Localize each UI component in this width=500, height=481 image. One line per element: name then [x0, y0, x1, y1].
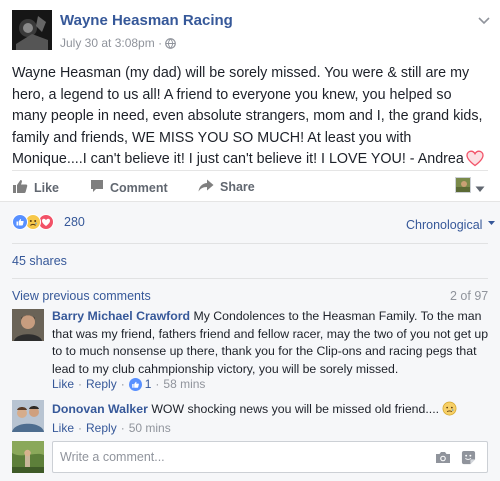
comment-body: Barry Michael Crawford My Condolences to…	[52, 308, 492, 378]
comment-reply-link[interactable]: Reply	[86, 377, 117, 391]
comment-like-count-value: 1	[144, 377, 152, 391]
comment-like-count[interactable]: 1	[128, 377, 152, 391]
page-name-link[interactable]: Wayne Heasman Racing	[60, 12, 233, 29]
comment-actions: Like · Reply · 50 mins	[52, 421, 171, 435]
meta-separator: ·	[158, 36, 163, 50]
share-arrow-icon	[198, 179, 220, 195]
audience-avatar[interactable]	[455, 177, 471, 193]
comment-label: Comment	[110, 180, 168, 195]
comment-order-label: Chronological	[406, 218, 483, 232]
current-user-avatar[interactable]	[12, 441, 44, 473]
comment-order-dropdown[interactable]: Chronological	[406, 215, 495, 232]
share-label: Share	[220, 180, 255, 194]
comment-avatar[interactable]	[12, 309, 44, 341]
reaction-icons[interactable]	[12, 214, 54, 230]
facebook-post: Wayne Heasman Racing July 30 at 3:08pm ·…	[0, 0, 500, 481]
actions-divider	[12, 170, 488, 171]
comment-time[interactable]: 50 mins	[129, 421, 171, 435]
post-date[interactable]: July 30 at 3:08pm	[60, 36, 155, 50]
share-button[interactable]: Share	[198, 179, 255, 195]
comment-actions: Like · Reply · 1 · 58 mins	[52, 377, 205, 391]
comment-reply-link[interactable]: Reply	[86, 421, 117, 435]
thumbs-up-icon	[12, 179, 34, 197]
globe-icon	[165, 38, 177, 52]
chevron-down-icon	[487, 215, 495, 229]
comment-author-link[interactable]: Barry Michael Crawford	[52, 309, 190, 323]
divider	[12, 243, 488, 244]
comment-input[interactable]: Write a comment...	[52, 441, 488, 473]
separator-dot: ·	[78, 421, 83, 435]
comment-text: WOW shocking news you will be missed old…	[151, 402, 440, 416]
comment-button[interactable]: Comment	[90, 179, 168, 196]
separator-dot: ·	[155, 377, 160, 391]
like-button[interactable]: Like	[12, 179, 59, 197]
like-reaction-icon	[128, 377, 142, 391]
comment-author-link[interactable]: Donovan Walker	[52, 402, 148, 416]
reaction-count[interactable]: 280	[64, 215, 85, 229]
separator-dot: ·	[78, 377, 83, 391]
like-reaction-icon	[12, 214, 28, 230]
divider	[12, 278, 488, 279]
sticker-icon[interactable]	[461, 450, 476, 470]
separator-dot: ·	[120, 377, 125, 391]
post-meta: July 30 at 3:08pm ·	[60, 36, 177, 52]
comment-like-link[interactable]: Like	[52, 377, 74, 391]
shares-link[interactable]: 45 shares	[12, 254, 67, 268]
comment-avatar[interactable]	[12, 400, 44, 432]
comment-like-link[interactable]: Like	[52, 421, 74, 435]
post-body-text: Wayne Heasman (my dad) will be sorely mi…	[12, 65, 483, 167]
chevron-down-icon[interactable]	[475, 180, 485, 198]
comments-pagination: 2 of 97	[450, 289, 489, 303]
page-avatar[interactable]	[12, 10, 52, 50]
comment-icon	[90, 179, 110, 196]
post-body: Wayne Heasman (my dad) will be sorely mi…	[12, 63, 490, 175]
separator-dot: ·	[120, 421, 125, 435]
comment-input-placeholder: Write a comment...	[60, 450, 165, 464]
like-label: Like	[34, 181, 60, 195]
view-previous-comments-link[interactable]: View previous comments	[12, 289, 151, 303]
camera-icon[interactable]	[435, 451, 451, 469]
comment-body: Donovan Walker WOW shocking news you wil…	[52, 401, 492, 422]
chevron-down-icon[interactable]	[478, 12, 490, 30]
sad-emoji-icon	[442, 401, 457, 422]
comment-time[interactable]: 58 mins	[163, 377, 205, 391]
